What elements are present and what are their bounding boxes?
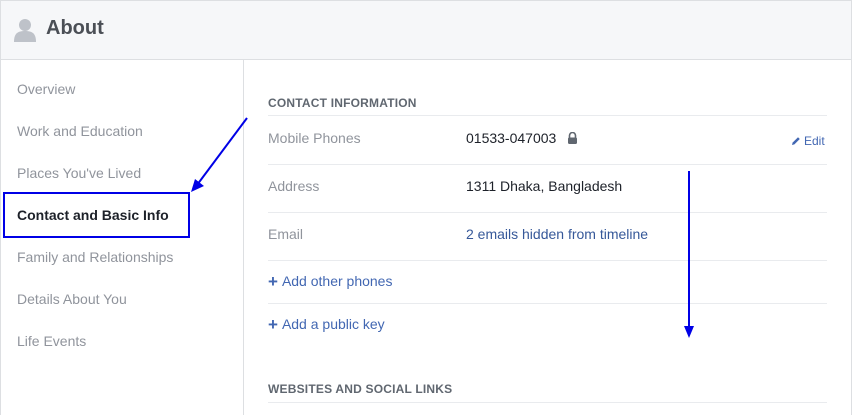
add-public-key-link[interactable]: + Add a public key xyxy=(268,315,385,335)
add-public-key-label: Add a public key xyxy=(281,316,385,332)
add-other-phones-label: Add other phones xyxy=(281,273,393,289)
sidebar-item-details-about-you[interactable]: Details About You xyxy=(17,291,127,307)
add-other-phones-link[interactable]: + Add other phones xyxy=(268,272,392,292)
edit-label: Edit xyxy=(804,134,825,148)
sidebar-item-places-lived[interactable]: Places You've Lived xyxy=(17,165,141,181)
about-content: CONTACT INFORMATION Mobile Phones 01533-… xyxy=(245,60,852,415)
websites-section-title: WEBSITES AND SOCIAL LINKS xyxy=(268,382,453,396)
divider xyxy=(268,212,827,213)
edit-button[interactable]: Edit xyxy=(791,134,825,148)
plus-icon: + xyxy=(268,315,278,334)
contact-section-title: CONTACT INFORMATION xyxy=(268,96,417,110)
divider xyxy=(268,303,827,304)
lock-icon[interactable] xyxy=(567,132,578,144)
divider xyxy=(268,115,827,116)
email-label: Email xyxy=(268,226,304,242)
mobile-phones-label: Mobile Phones xyxy=(268,130,361,146)
divider xyxy=(268,260,827,261)
address-value: 1311 Dhaka, Bangladesh xyxy=(466,178,623,194)
divider xyxy=(268,402,827,403)
email-hidden-link[interactable]: 2 emails hidden from timeline xyxy=(466,226,648,242)
pencil-icon xyxy=(792,137,800,145)
page-title: About xyxy=(46,17,104,39)
address-label: Address xyxy=(268,178,320,194)
sidebar-item-family-relationships[interactable]: Family and Relationships xyxy=(17,249,173,265)
mobile-phone-value: 01533-047003 xyxy=(466,130,557,146)
sidebar-item-work-education[interactable]: Work and Education xyxy=(17,123,143,139)
about-header: About xyxy=(1,1,851,60)
sidebar-item-overview[interactable]: Overview xyxy=(17,81,75,97)
plus-icon: + xyxy=(268,272,278,291)
person-silhouette-icon xyxy=(14,19,36,42)
annotation-highlight-box xyxy=(3,192,190,238)
divider xyxy=(268,164,827,165)
sidebar-item-life-events[interactable]: Life Events xyxy=(17,333,86,349)
